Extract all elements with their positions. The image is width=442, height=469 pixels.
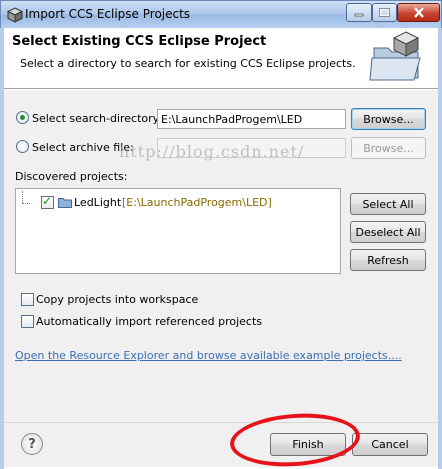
archive-file-browse-button[interactable]: Browse...	[351, 137, 426, 159]
search-directory-input[interactable]: E:\LaunchPadProgem\LED	[157, 109, 346, 129]
maximize-icon	[379, 8, 390, 17]
watermark: http://blog.csdn.net/	[119, 142, 305, 161]
window-frame-right	[438, 28, 442, 469]
refresh-button[interactable]: Refresh	[350, 249, 426, 271]
window-title: Import CCS Eclipse Projects	[25, 7, 191, 21]
copy-projects-label: Copy projects into workspace	[36, 293, 199, 306]
close-button[interactable]	[397, 3, 440, 22]
minimize-icon	[354, 13, 364, 16]
page-description: Select a directory to search for existin…	[20, 57, 356, 70]
search-directory-browse-button[interactable]: Browse...	[351, 108, 426, 130]
cancel-button[interactable]: Cancel	[352, 433, 428, 456]
tree-connector	[22, 191, 23, 203]
project-name: LedLight	[74, 196, 122, 209]
resource-explorer-link[interactable]: Open the Resource Explorer and browse av…	[15, 349, 402, 362]
discovered-projects-label: Discovered projects:	[15, 170, 128, 183]
maximize-button[interactable]	[372, 3, 397, 22]
wizard-footer: ? Finish Cancel	[4, 422, 438, 467]
auto-import-label: Automatically import referenced projects	[36, 315, 262, 328]
search-directory-label: Select search-directory:	[32, 112, 163, 125]
folder-icon	[58, 198, 72, 208]
select-all-button[interactable]: Select All	[350, 193, 426, 215]
import-folder-icon	[369, 31, 421, 81]
auto-import-checkbox[interactable]	[21, 315, 34, 328]
archive-file-radio[interactable]	[16, 140, 29, 153]
copy-projects-checkbox[interactable]	[21, 293, 34, 306]
project-path: [E:\LaunchPadProgem\LED]	[122, 196, 272, 209]
wizard-content: Select search-directory: E:\LaunchPadPro…	[4, 90, 438, 422]
help-icon[interactable]: ?	[21, 433, 43, 455]
title-bar[interactable]: Import CCS Eclipse Projects	[0, 0, 442, 28]
page-title: Select Existing CCS Eclipse Project	[12, 34, 267, 49]
close-icon	[413, 7, 424, 18]
tree-connector	[22, 203, 30, 204]
eclipse-cube-icon	[7, 7, 23, 23]
search-directory-radio[interactable]	[16, 111, 29, 124]
deselect-all-button[interactable]: Deselect All	[350, 221, 426, 243]
project-checkbox[interactable]	[41, 194, 54, 209]
projects-list[interactable]: LedLight [E:\LaunchPadProgem\LED]	[15, 188, 341, 274]
minimize-button[interactable]	[346, 3, 372, 22]
wizard-header: Select Existing CCS Eclipse Project Sele…	[4, 28, 438, 88]
